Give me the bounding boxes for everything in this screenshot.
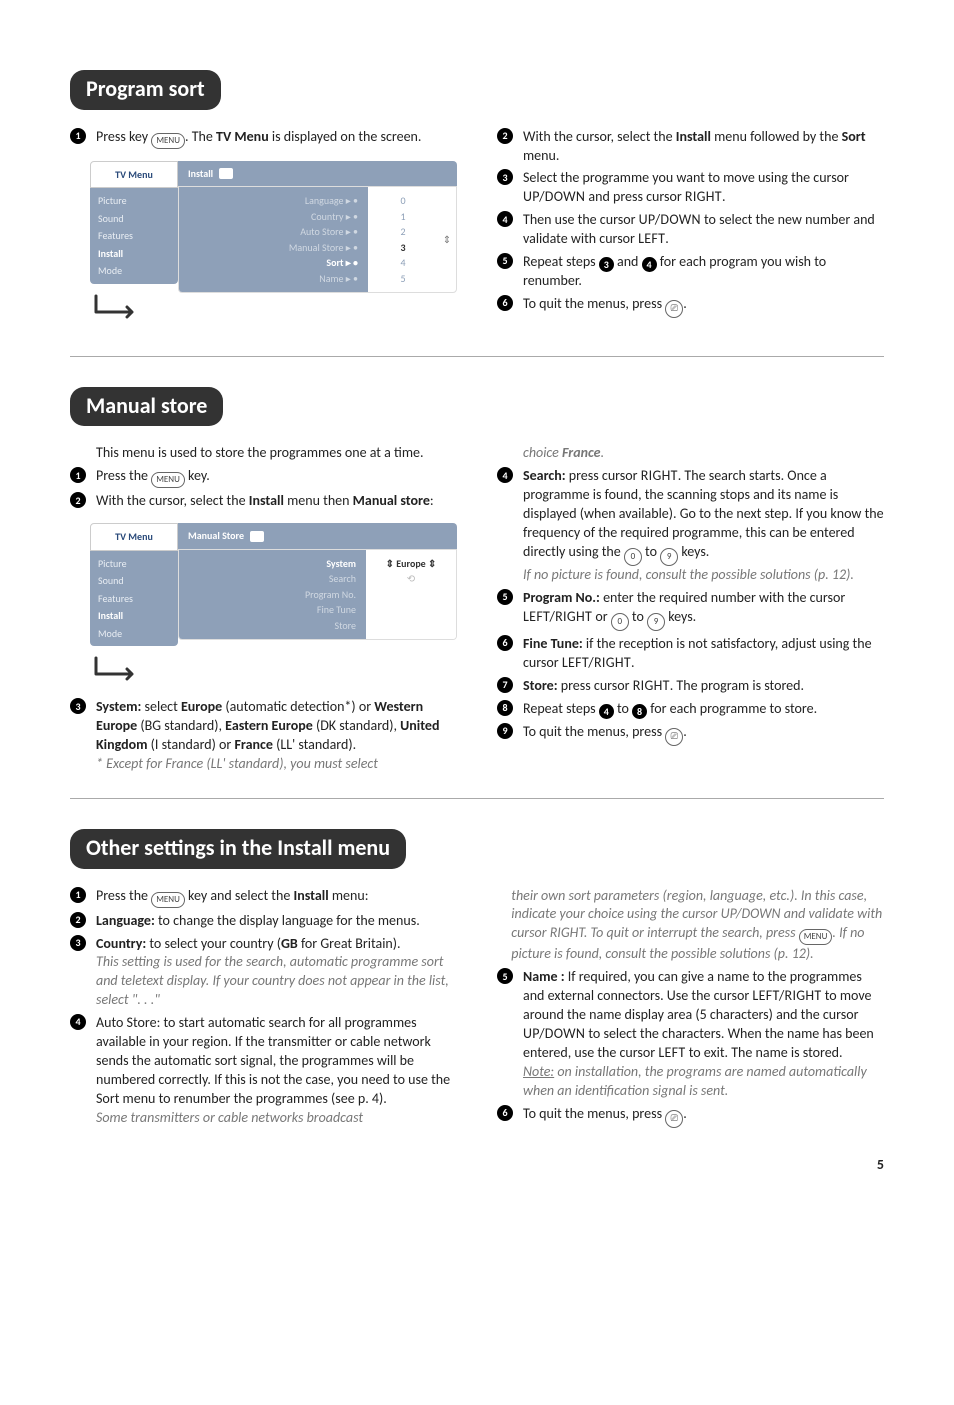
ref-bullet-8: 8 bbox=[632, 704, 647, 719]
step-bullet-6: 6 bbox=[497, 295, 513, 311]
step-bullet-2b: 2 bbox=[70, 492, 86, 508]
menu-options-col: Language ▸ • Country ▸ • Auto Store ▸ • … bbox=[179, 187, 368, 292]
ref-bullet-4: 4 bbox=[642, 257, 657, 272]
ms-step3: System: select Europe (automatic detecti… bbox=[96, 698, 457, 774]
step-bullet-3: 3 bbox=[497, 169, 513, 185]
step-bullet-1b: 1 bbox=[70, 467, 86, 483]
step-bullet-9b: 9 bbox=[497, 723, 513, 739]
step-bullet-2c: 2 bbox=[70, 912, 86, 928]
menu-arrow-icon bbox=[90, 654, 178, 682]
tv-menu-screenshot-install: TV Menu Picture Sound Features Install M… bbox=[90, 161, 457, 320]
os-step5: Name : If required, you can give a name … bbox=[523, 968, 884, 1100]
menu-key-icon: MENU bbox=[151, 133, 185, 149]
menu-header: Install bbox=[178, 161, 457, 187]
menu-header: Manual Store bbox=[178, 523, 457, 549]
other-left-col: 1 Press the MENU key and select the Inst… bbox=[70, 883, 457, 1132]
ref-bullet-4: 4 bbox=[599, 704, 614, 719]
ms-step7: Store: press cursor RIGHT. The program i… bbox=[523, 677, 884, 696]
ms-step9: To quit the menus, press ⎚. bbox=[523, 723, 884, 746]
os-step4: Auto Store: to start automatic search fo… bbox=[96, 1014, 457, 1127]
menu-key-icon: MENU bbox=[151, 892, 185, 908]
os-cont: their own sort parameters (region, langu… bbox=[511, 887, 884, 965]
screen-icon bbox=[219, 168, 233, 179]
step-bullet-4c: 4 bbox=[70, 1014, 86, 1030]
step-bullet-1: 1 bbox=[70, 128, 86, 144]
section-manual-store: Manual store This menu is used to store … bbox=[70, 377, 884, 778]
other-right-col: their own sort parameters (region, langu… bbox=[497, 883, 884, 1132]
os-step4-note: Some transmitters or cable networks broa… bbox=[96, 1109, 363, 1126]
screen-icon bbox=[250, 531, 264, 542]
step-bullet-3b: 3 bbox=[70, 698, 86, 714]
step-3-text: Select the programme you want to move us… bbox=[523, 169, 884, 207]
manual-store-right-col: choice France. 4 Search: press cursor RI… bbox=[497, 440, 884, 777]
os-step3-note: This setting is used for the search, aut… bbox=[96, 953, 449, 1008]
step-4-text: Then use the cursor UP/DOWN to select th… bbox=[523, 211, 884, 249]
divider bbox=[70, 798, 884, 799]
menu-values-col: 0 1 2 3 4 5 bbox=[368, 187, 438, 292]
ms-step3-note: * Except for France (LL' standard), you … bbox=[96, 755, 378, 772]
menu-key-icon: MENU bbox=[151, 472, 185, 488]
os-step6: To quit the menus, press ⎚. bbox=[523, 1105, 884, 1128]
zero-key-icon: 0 bbox=[624, 548, 642, 566]
os-step1: Press the MENU key and select the Instal… bbox=[96, 887, 457, 908]
zero-key-icon: 0 bbox=[611, 613, 629, 631]
ms-step8: Repeat steps 4 to 8 for each programme t… bbox=[523, 700, 884, 719]
ms-step5: Program No.: enter the required number w… bbox=[523, 589, 884, 631]
step-bullet-6b: 6 bbox=[497, 635, 513, 651]
step-1-text: Press key MENU. The TV Menu is displayed… bbox=[96, 128, 457, 149]
ms-step4-note: If no picture is found, consult the poss… bbox=[523, 566, 854, 583]
exit-key-icon: ⎚ bbox=[665, 1110, 683, 1128]
nine-key-icon: 9 bbox=[647, 613, 665, 631]
menu-left-items: Picture Sound Features Install Mode bbox=[90, 188, 178, 284]
step-bullet-8b: 8 bbox=[497, 700, 513, 716]
step-bullet-5: 5 bbox=[497, 253, 513, 269]
program-sort-left-col: 1 Press key MENU. The TV Menu is display… bbox=[70, 124, 457, 336]
step-bullet-2: 2 bbox=[497, 128, 513, 144]
heading-program-sort: Program sort bbox=[70, 70, 221, 110]
exit-key-icon: ⎚ bbox=[665, 728, 683, 746]
menu-arrow-icon bbox=[90, 292, 178, 320]
step-6-text: To quit the menus, press ⎚. bbox=[523, 295, 884, 318]
menu-title: TV Menu bbox=[90, 523, 178, 551]
menu-options-col: System Search Program No. Fine Tune Stor… bbox=[179, 550, 366, 640]
ms-choice: choice France. bbox=[523, 444, 884, 463]
step-bullet-6c: 6 bbox=[497, 1105, 513, 1121]
step-5-text: Repeat steps 3 and 4 for each program yo… bbox=[523, 253, 884, 291]
menu-values-col: ⇕ Europe ⇕ ⟲ bbox=[366, 550, 456, 640]
step-bullet-5b: 5 bbox=[497, 589, 513, 605]
step-2-text: With the cursor, select the Install menu… bbox=[523, 128, 884, 166]
ms-step4: Search: press cursor RIGHT. The search s… bbox=[523, 467, 884, 585]
os-step2: Language: to change the display language… bbox=[96, 912, 457, 931]
manual-intro: This menu is used to store the programme… bbox=[96, 444, 457, 463]
exit-key-icon: ⎚ bbox=[665, 300, 683, 318]
tv-menu-screenshot-manual-store: TV Menu Picture Sound Features Install M… bbox=[90, 523, 457, 682]
step-bullet-5c: 5 bbox=[497, 968, 513, 984]
step-bullet-1c: 1 bbox=[70, 887, 86, 903]
cursor-icon: ⇕ bbox=[438, 187, 456, 292]
heading-manual-store: Manual store bbox=[70, 387, 223, 427]
program-sort-right-col: 2 With the cursor, select the Install me… bbox=[497, 124, 884, 336]
ms-step2: With the cursor, select the Install menu… bbox=[96, 492, 457, 511]
section-program-sort: Program sort 1 Press key MENU. The TV Me… bbox=[70, 60, 884, 336]
section-other-settings: Other settings in the Install menu 1 Pre… bbox=[70, 819, 884, 1132]
menu-key-icon: MENU bbox=[799, 929, 833, 945]
divider bbox=[70, 356, 884, 357]
os-step3: Country: to select your country (GB for … bbox=[96, 935, 457, 1011]
page-number: 5 bbox=[70, 1156, 884, 1175]
menu-title: TV Menu bbox=[90, 161, 178, 189]
menu-left-items: Picture Sound Features Install Mode bbox=[90, 551, 178, 647]
step-bullet-4b: 4 bbox=[497, 467, 513, 483]
heading-other-settings: Other settings in the Install menu bbox=[70, 829, 406, 869]
os-step5-note: Note: on installation, the programs are … bbox=[523, 1063, 867, 1099]
ms-step6: Fine Tune: if the reception is not satis… bbox=[523, 635, 884, 673]
manual-store-left-col: This menu is used to store the programme… bbox=[70, 440, 457, 777]
ref-bullet-3: 3 bbox=[599, 257, 614, 272]
step-bullet-3c: 3 bbox=[70, 935, 86, 951]
step-bullet-4: 4 bbox=[497, 211, 513, 227]
nine-key-icon: 9 bbox=[660, 548, 678, 566]
ms-step1: Press the MENU key. bbox=[96, 467, 457, 488]
step-bullet-7b: 7 bbox=[497, 677, 513, 693]
